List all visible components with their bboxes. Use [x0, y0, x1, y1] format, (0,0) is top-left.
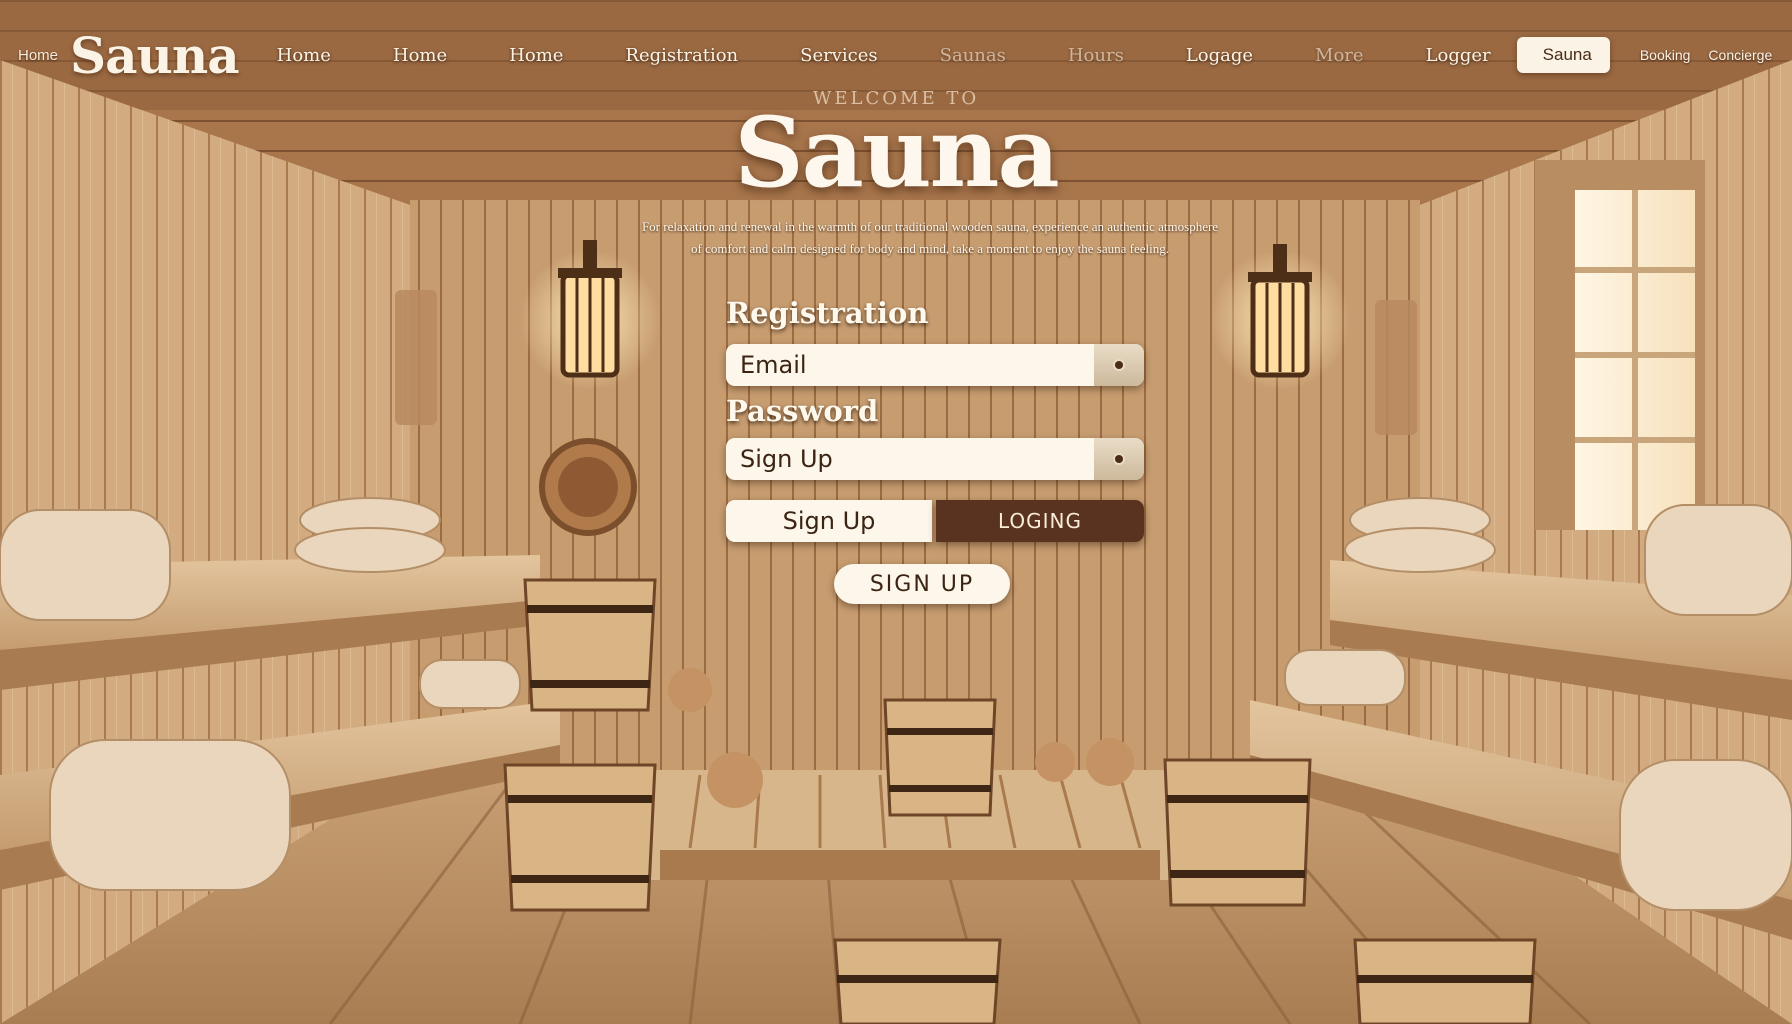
email-field-indicator-icon: [1094, 344, 1144, 386]
nav-item-concierge[interactable]: Concierge: [1708, 47, 1772, 63]
password-field-indicator-icon: [1094, 438, 1144, 480]
brand-logo[interactable]: Sauna: [70, 26, 240, 85]
sign-up-button[interactable]: Sign Up: [726, 500, 932, 542]
hero-description: For relaxation and renewal in the warmth…: [641, 219, 1219, 256]
nav-item-saunas[interactable]: Saunas: [940, 45, 1006, 66]
submit-sign-up-button[interactable]: SIGN UP: [834, 564, 1010, 604]
login-button[interactable]: LOGING: [936, 500, 1144, 542]
password-label: Password: [726, 394, 879, 428]
nav-item-booking[interactable]: Booking: [1640, 47, 1691, 63]
email-input[interactable]: [738, 350, 1082, 380]
password-field[interactable]: [726, 438, 1144, 480]
password-input[interactable]: [738, 444, 1082, 474]
registration-heading: Registration: [726, 296, 929, 330]
nav-item-home-2[interactable]: Home: [393, 45, 447, 66]
email-field[interactable]: [726, 344, 1144, 386]
nav-item-registration[interactable]: Registration: [625, 45, 738, 66]
nav-item-home-1[interactable]: Home: [277, 45, 331, 66]
nav-pill-sauna[interactable]: Sauna: [1516, 37, 1610, 73]
hero-title: Sauna: [734, 96, 1059, 209]
nav-home-small-link[interactable]: Home: [18, 47, 58, 64]
nav-item-logger[interactable]: Logger: [1426, 45, 1491, 66]
nav-item-more[interactable]: More: [1315, 45, 1364, 66]
auth-button-row: Sign Up LOGING: [726, 500, 1144, 542]
registration-form: Registration Password Sign Up LOGING SIG…: [726, 296, 1146, 604]
nav-item-logage[interactable]: Logage: [1186, 45, 1253, 66]
nav-item-services[interactable]: Services: [800, 45, 877, 66]
nav-item-home-3[interactable]: Home: [509, 45, 563, 66]
nav-item-hours[interactable]: Hours: [1068, 45, 1124, 66]
